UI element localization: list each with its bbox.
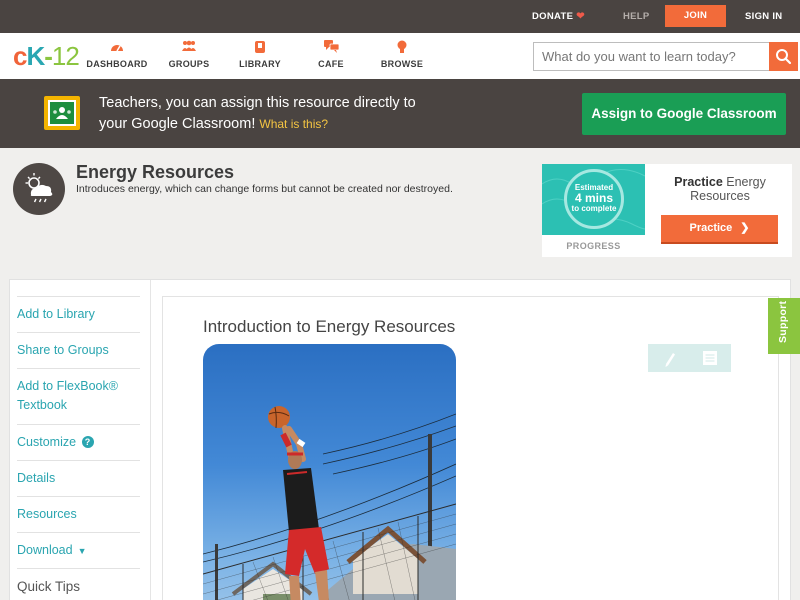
sidebar-item-add-to-library[interactable]: Add to Library (17, 296, 140, 332)
basketball-player-photo (203, 344, 456, 600)
search-button[interactable] (769, 42, 798, 71)
ck12-logo[interactable]: cK-12 (13, 41, 80, 71)
groups-icon (154, 40, 224, 57)
nav-library-label: LIBRARY (239, 59, 281, 69)
practice-title: Practice Energy Resources (660, 175, 780, 203)
donate-label: DONATE (532, 11, 574, 22)
nav-cafe-label: CAFE (318, 59, 344, 69)
sidebar-item-download[interactable]: Download ▼ (17, 532, 140, 568)
topic-description: Introduces energy, which can change form… (76, 183, 453, 195)
browse-lightbulb-icon (367, 40, 437, 57)
nav-dashboard-label: DASHBOARD (86, 59, 148, 69)
caret-down-icon: ▼ (77, 546, 87, 556)
nav-browse-label: BROWSE (380, 59, 424, 69)
sign-in-link[interactable]: SIGN IN (745, 0, 782, 33)
teacher-message-line2: your Google Classroom! (99, 116, 256, 132)
practice-button[interactable]: Practice ❯ (661, 215, 778, 244)
practice-title-bold: Practice (674, 175, 723, 189)
support-tab[interactable]: Support (768, 298, 800, 354)
weather-cloud-sun-icon (13, 163, 65, 215)
sidebar-item-resources[interactable]: Resources (17, 496, 140, 532)
search-icon (776, 49, 792, 65)
cafe-chat-icon (296, 40, 366, 57)
nav-groups-label: GROUPS (168, 59, 210, 69)
resource-sidebar: Add to Library Share to Groups Add to Fl… (10, 280, 151, 600)
logo-c: c (13, 41, 28, 71)
heart-icon: ❤ (576, 11, 585, 22)
estimated-time-badge: Estimated 4 mins to complete (564, 169, 624, 229)
sidebar-item-add-to-flexbook[interactable]: Add to FlexBook® Textbook (17, 368, 140, 424)
sidebar-item-share-to-groups[interactable]: Share to Groups (17, 332, 140, 368)
library-icon (225, 40, 295, 57)
article-panel: Introduction to Energy Resources (162, 296, 779, 600)
content-area: Add to Library Share to Groups Add to Fl… (9, 279, 791, 600)
teacher-message-line1: Teachers, you can assign this resource d… (99, 95, 416, 111)
practice-card: Estimated 4 mins to complete PROGRESS Pr… (542, 164, 792, 257)
customize-label: Customize (17, 435, 77, 449)
question-mark-icon[interactable]: ? (81, 436, 94, 448)
help-link[interactable]: HELP (623, 0, 650, 33)
sidebar-item-quick-tips[interactable]: Quick Tips (17, 568, 140, 600)
annotation-toolbar (648, 344, 731, 372)
join-button[interactable]: JOIN (665, 5, 726, 27)
nav-library[interactable]: LIBRARY (225, 40, 295, 69)
practice-button-label: Practice (689, 222, 733, 234)
nav-groups[interactable]: GROUPS (154, 40, 224, 69)
sidebar-item-details[interactable]: Details (17, 460, 140, 496)
nav-browse[interactable]: BROWSE (367, 40, 437, 69)
logo-dash: - (44, 41, 53, 71)
donate-link[interactable]: DONATE ❤ (532, 0, 585, 33)
article-title: Introduction to Energy Resources (203, 317, 456, 336)
pencil-icon[interactable] (665, 353, 676, 367)
nav-dashboard[interactable]: DASHBOARD (82, 40, 152, 69)
search-input[interactable] (533, 42, 769, 71)
support-label: Support (777, 300, 789, 343)
chevron-right-icon: ❯ (740, 222, 750, 234)
assign-to-google-classroom-button[interactable]: Assign to Google Classroom (582, 93, 786, 135)
download-label: Download (17, 543, 73, 557)
notes-icon[interactable] (703, 351, 717, 365)
progress-panel: Estimated 4 mins to complete (542, 164, 645, 235)
progress-label: PROGRESS (566, 241, 621, 251)
estimated-minutes: 4 mins (574, 191, 613, 205)
nav-cafe[interactable]: CAFE (296, 40, 366, 69)
google-classroom-icon (44, 96, 80, 130)
to-complete-label: to complete (571, 204, 617, 213)
teacher-message: Teachers, you can assign this resource d… (99, 93, 459, 135)
topic-title: Energy Resources (76, 162, 235, 182)
what-is-this-link[interactable]: What is this? (259, 117, 328, 131)
logo-k: K (26, 41, 45, 71)
dashboard-icon (82, 40, 152, 57)
logo-12: 12 (51, 41, 80, 71)
top-utility-bar: DONATE ❤ HELP JOIN SIGN IN (0, 0, 800, 33)
sidebar-item-customize[interactable]: Customize ? (17, 424, 140, 460)
